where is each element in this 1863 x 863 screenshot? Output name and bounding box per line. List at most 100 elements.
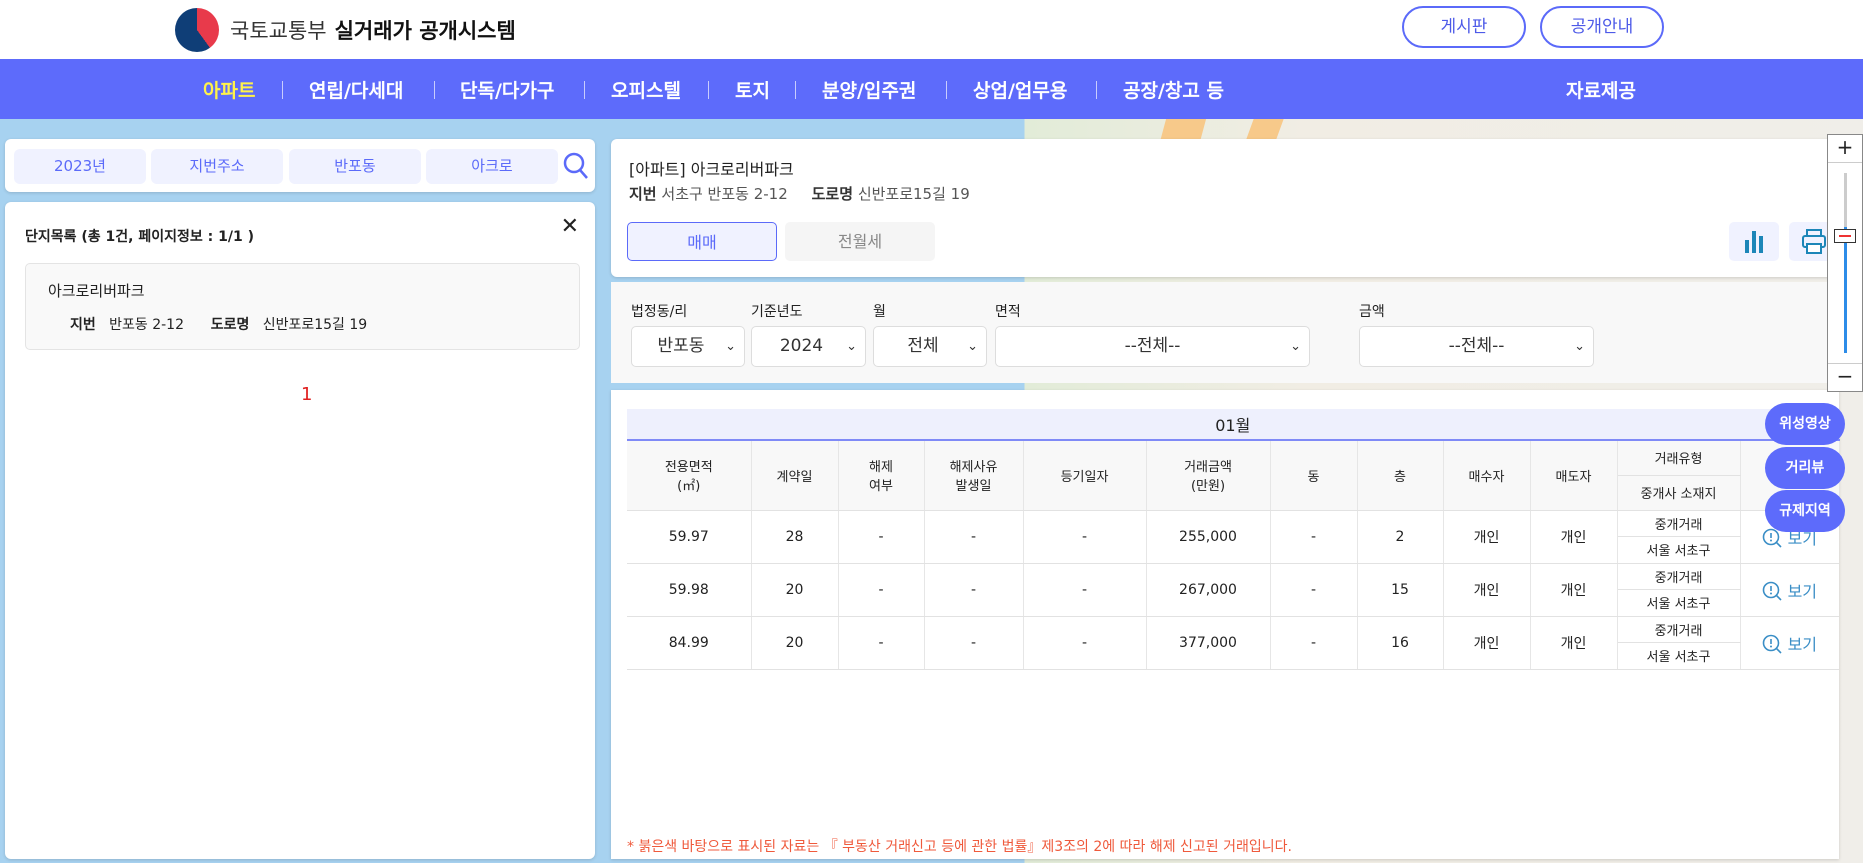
filter-bar: 법정동/리 기준년도 월 면적 금액 반포동 ⌄ 2024 ⌄ 전체 ⌄ --전체--…	[611, 282, 1839, 383]
close-icon[interactable]: ✕	[561, 214, 579, 239]
column-header: 계약일	[751, 440, 839, 511]
address-type-chip[interactable]: 지번주소	[151, 149, 283, 184]
year-select[interactable]: 2024 ⌄	[751, 326, 866, 367]
detail-title: [아파트] 아크로리버파크	[629, 160, 794, 179]
view-button[interactable]: 보기	[1740, 563, 1839, 617]
divider	[434, 81, 435, 99]
month-value: 전체	[907, 336, 939, 356]
bar-chart-icon	[1745, 231, 1763, 253]
zoom-slider-handle[interactable]	[1834, 229, 1856, 243]
month-header: 01월	[627, 409, 1840, 441]
cell-cancel: -	[838, 616, 925, 670]
cell-seller: 개인	[1530, 563, 1618, 617]
table-row: 59.98 20- - -267,000-15 개인 개인 중개거래 보기	[627, 563, 1839, 617]
page-number[interactable]: 1	[301, 384, 312, 405]
month-label: 월	[873, 304, 886, 320]
cell-dong: -	[1270, 563, 1358, 617]
cell-type: 중개거래	[1617, 563, 1741, 590]
cell-area: 84.99	[627, 616, 752, 670]
nav-commercial[interactable]: 상업/업무용	[973, 76, 1067, 103]
cell-reg: -	[1023, 563, 1147, 617]
price-select[interactable]: --전체-- ⌄	[1359, 326, 1594, 367]
cell-seller: 개인	[1530, 510, 1618, 564]
area-select[interactable]: --전체-- ⌄	[995, 326, 1310, 367]
nav-detached[interactable]: 단독/다가구	[460, 76, 554, 103]
org-name: 국토교통부	[230, 19, 327, 43]
jibun-label: 지번	[629, 185, 657, 203]
cell-day: 20	[751, 563, 839, 617]
cell-day: 28	[751, 510, 839, 564]
search-bar: 2023년 지번주소 반포동 아크로	[5, 139, 595, 192]
year-chip[interactable]: 2023년	[14, 149, 146, 184]
cell-buyer: 개인	[1443, 616, 1531, 670]
satellite-button[interactable]: 위성영상	[1765, 403, 1845, 445]
cell-reg: -	[1023, 510, 1147, 564]
month-select[interactable]: 전체 ⌄	[873, 326, 987, 367]
table-row: 59.97 28- - -255,000-2 개인 개인 중개거래 보기	[627, 510, 1839, 564]
complex-detail-card: [아파트] 아크로리버파크 지번 서초구 반포동 2-12 도로명 신반포로15…	[611, 139, 1839, 277]
divider	[946, 81, 947, 99]
cell-floor: 2	[1357, 510, 1444, 564]
zoom-out-button[interactable]: −	[1828, 363, 1862, 391]
regulation-area-button[interactable]: 규제지역	[1765, 490, 1845, 532]
chart-button[interactable]	[1729, 222, 1779, 261]
transactions-table: 01월 전용면적 (㎡) 계약일 해제 여부 해제사유 발생일 등기일자 거래금액 (만원…	[627, 409, 1840, 670]
dong-label: 법정동/리	[631, 304, 688, 320]
keyword-chip[interactable]: 아크로	[426, 149, 558, 184]
nav-apartment[interactable]: 아파트	[203, 76, 255, 103]
search-icon[interactable]	[563, 152, 589, 180]
chevron-down-icon: ⌄	[1574, 339, 1585, 354]
detail-address: 지번 서초구 반포동 2-12 도로명 신반포로15길 19	[629, 183, 970, 204]
price-label: 금액	[1359, 304, 1385, 320]
nav-officetel[interactable]: 오피스텔	[611, 76, 681, 103]
cell-cancel: -	[838, 563, 925, 617]
cancellation-note: * 붉은색 바탕으로 표시된 자료는 『 부동산 거래신고 등에 관한 법률』제…	[627, 839, 1292, 855]
nav-townhouse[interactable]: 연립/다세대	[309, 76, 403, 103]
cell-agent-location: 서울 서초구	[1617, 589, 1741, 617]
tab-rent[interactable]: 전월세	[785, 222, 935, 261]
divider	[584, 81, 585, 99]
nav-land[interactable]: 토지	[735, 76, 770, 103]
year-value: 2024	[779, 336, 824, 356]
government-logo	[175, 8, 219, 52]
column-header: 전용면적 (㎡)	[627, 440, 752, 511]
site-brand[interactable]: 국토교통부 실거래가 공개시스템	[230, 15, 516, 45]
column-header: 층	[1357, 440, 1444, 511]
jibun-value: 반포동 2-12	[109, 317, 184, 333]
zoom-in-button[interactable]: +	[1828, 135, 1862, 163]
column-header: 중개사 소재지	[1617, 475, 1741, 511]
tab-sale[interactable]: 매매	[627, 222, 777, 261]
area-label: 면적	[995, 304, 1021, 320]
nav-factory[interactable]: 공장/창고 등	[1123, 76, 1224, 103]
divider	[282, 81, 283, 99]
divider	[795, 81, 796, 99]
jibun-label: 지번	[70, 317, 96, 333]
cell-type: 중개거래	[1617, 616, 1741, 643]
view-button[interactable]: 보기	[1740, 616, 1839, 670]
table-row: 84.99 20- - -377,000-16 개인 개인 중개거래 보기	[627, 616, 1839, 670]
site-header: 국토교통부 실거래가 공개시스템 게시판 공개안내	[0, 0, 1863, 59]
cell-price: 267,000	[1146, 563, 1271, 617]
guide-button[interactable]: 공개안내	[1540, 6, 1664, 48]
zoom-slider-track[interactable]	[1844, 173, 1847, 353]
cell-price: 255,000	[1146, 510, 1271, 564]
column-header: 해제 여부	[838, 440, 925, 511]
road-label: 도로명	[210, 317, 250, 333]
chevron-down-icon: ⌄	[967, 339, 978, 354]
cell-reg: -	[1023, 616, 1147, 670]
road-value: 신반포로15길 19	[262, 317, 368, 333]
cell-area: 59.97	[627, 510, 752, 564]
list-title: 단지목록 (총 1건, 페이지정보 : 1/1 )	[25, 229, 254, 245]
dong-chip[interactable]: 반포동	[289, 149, 421, 184]
board-button[interactable]: 게시판	[1402, 6, 1526, 48]
cell-floor: 16	[1357, 616, 1444, 670]
magnifier-info-icon	[1763, 581, 1783, 601]
divider	[1096, 81, 1097, 99]
list-item[interactable]: 아크로리버파크 지번 반포동 2-12 도로명 신반포로15길 19	[25, 263, 580, 350]
dong-select[interactable]: 반포동 ⌄	[631, 326, 745, 367]
nav-data[interactable]: 자료제공	[1566, 76, 1636, 103]
nav-presale[interactable]: 분양/입주권	[822, 76, 916, 103]
cell-price: 377,000	[1146, 616, 1271, 670]
area-value: --전체--	[1124, 336, 1181, 356]
street-view-button[interactable]: 거리뷰	[1765, 447, 1845, 489]
